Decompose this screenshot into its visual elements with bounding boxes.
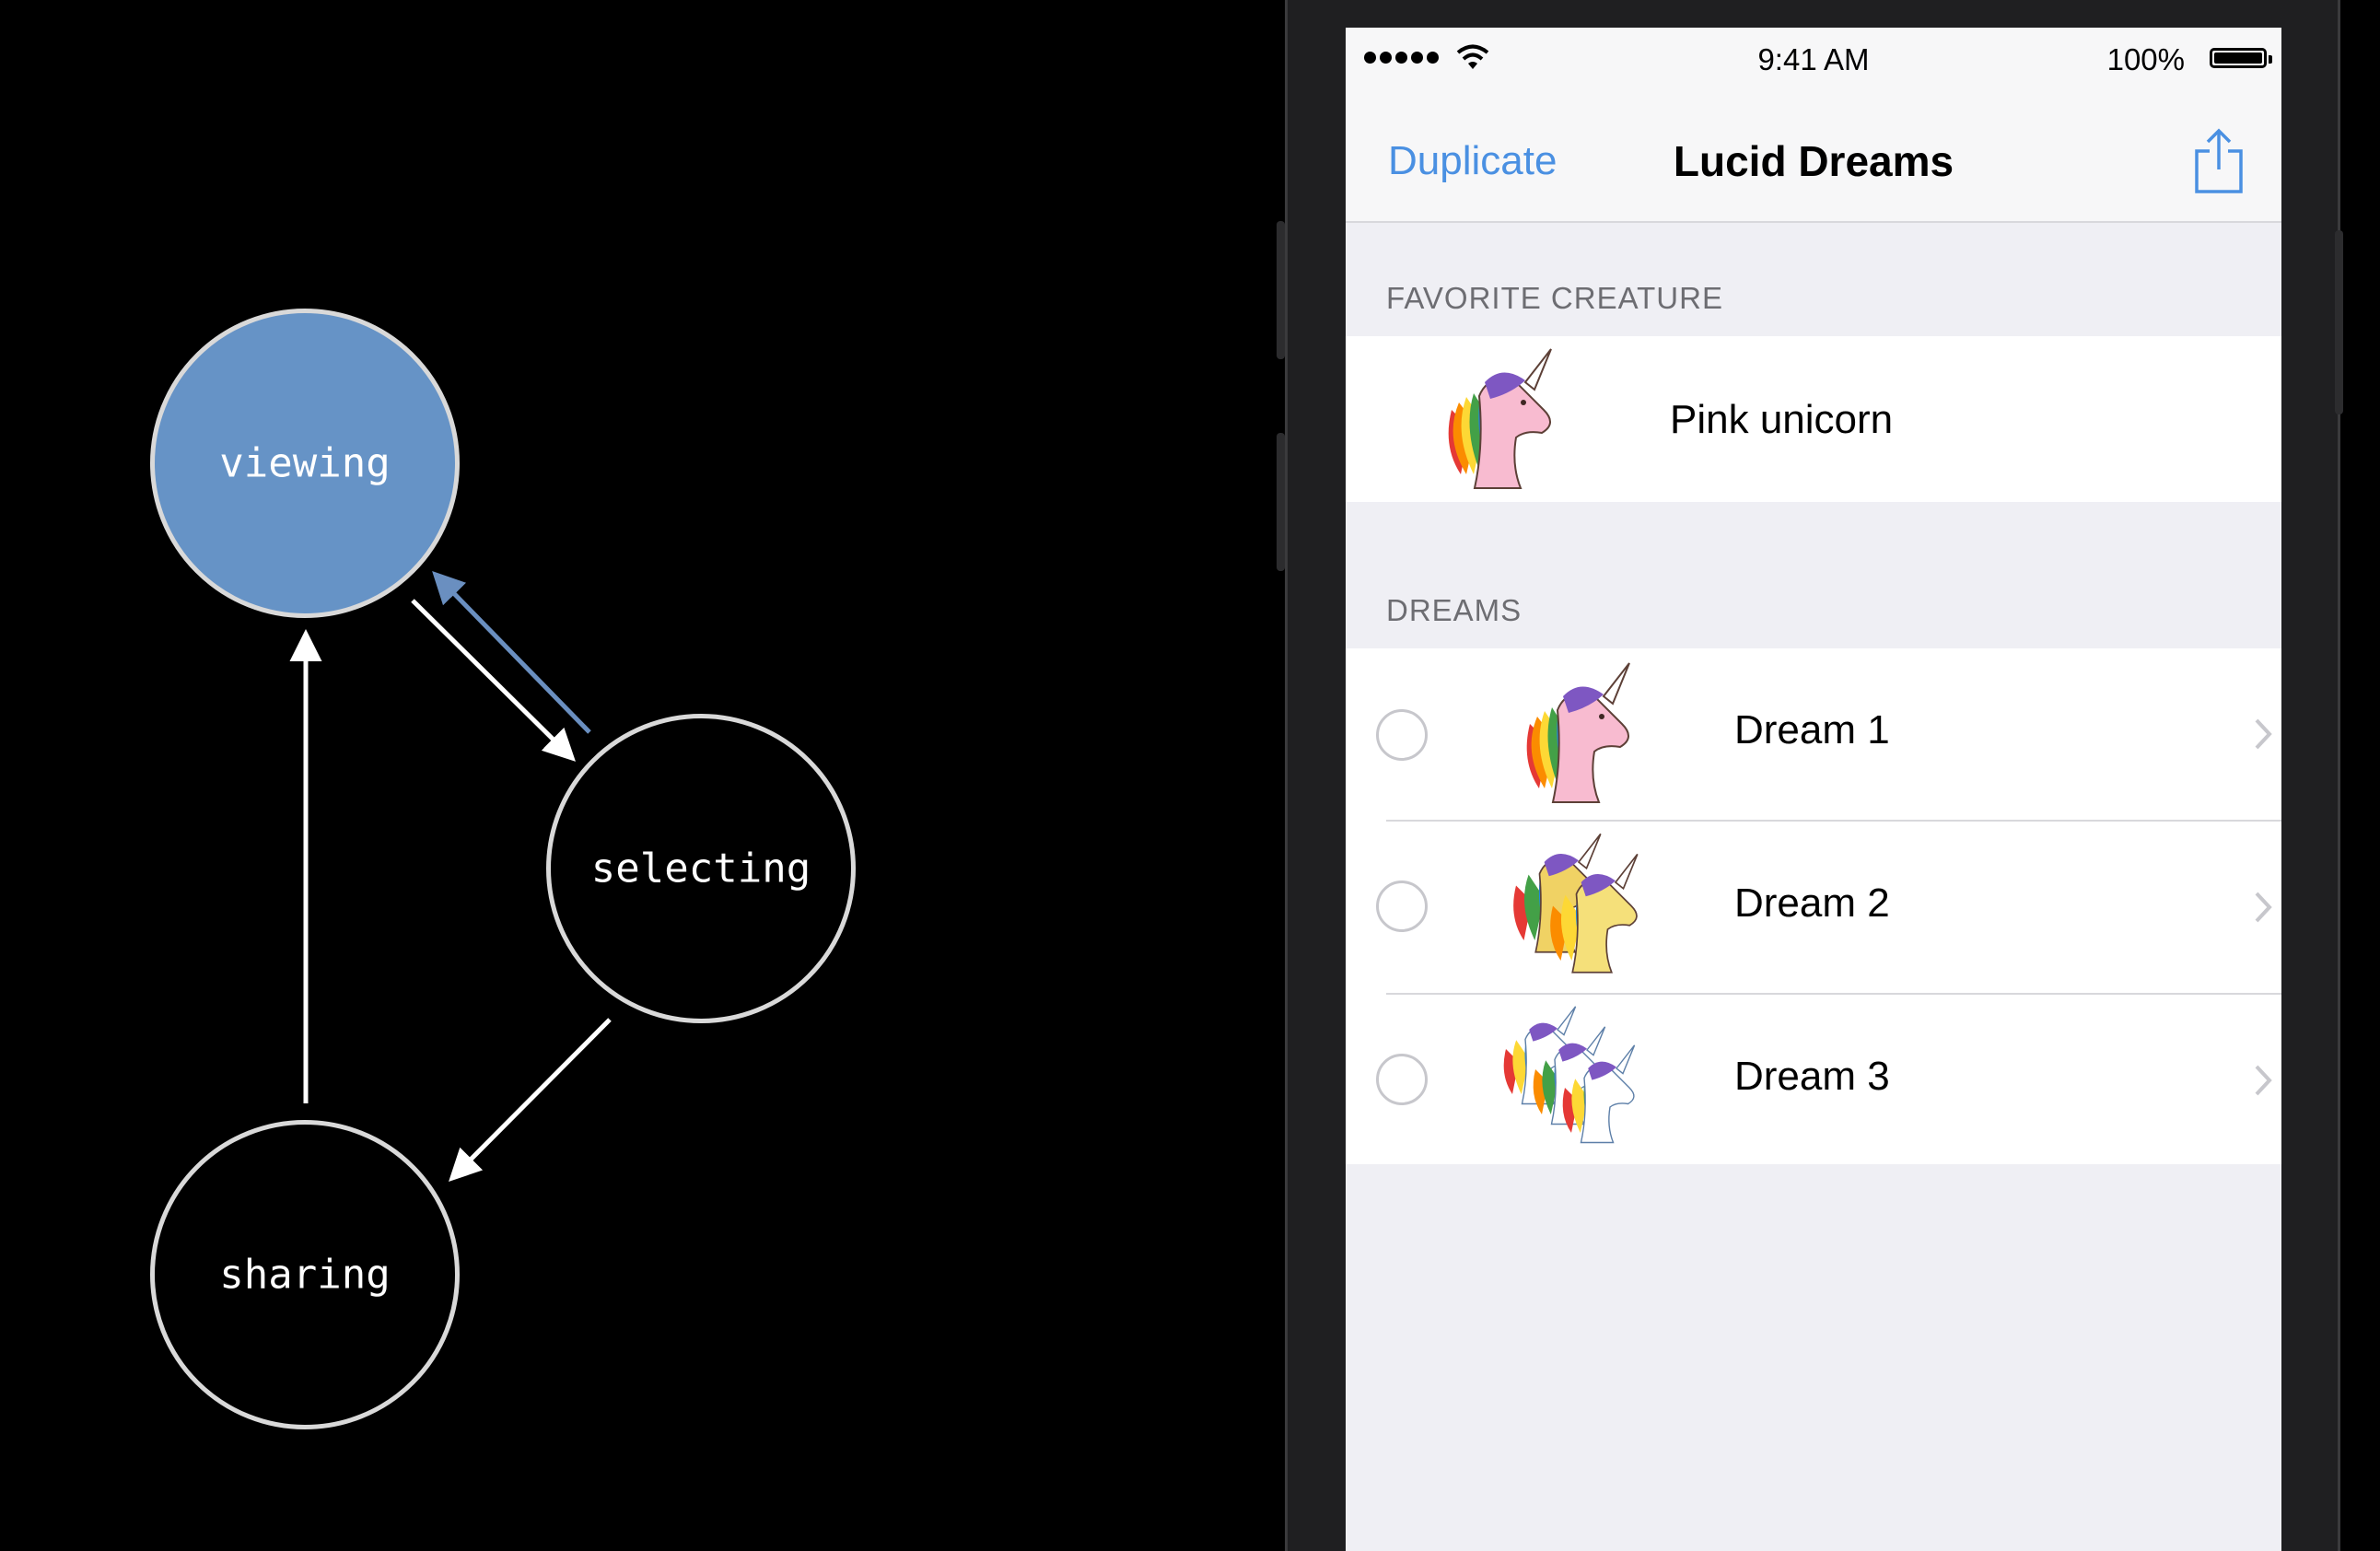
dream-label: Dream 1: [1734, 707, 1890, 752]
node-sharing-label: sharing: [219, 1251, 391, 1299]
dreams-list: Dream 1 Dream 2 Dream 3: [1346, 648, 2281, 1164]
dream-row-2[interactable]: Dream 2: [1346, 822, 2281, 993]
edge-viewing-to-selecting: [411, 599, 576, 762]
select-circle[interactable]: [1376, 880, 1428, 932]
nav-title: Lucid Dreams: [1673, 137, 1954, 185]
phone-screen: 9:41 AM 100% Duplicate Lucid Dreams FAVO…: [1346, 28, 2281, 1551]
slide: viewing selecting sharing 9:41 AM 100% D…: [0, 0, 2380, 1551]
dream-row-3[interactable]: Dream 3: [1346, 995, 2281, 1164]
status-bar: 9:41 AM 100%: [1346, 28, 2281, 92]
volume-down-button: [1277, 433, 1285, 571]
power-button: [2335, 230, 2343, 414]
pink-unicorn-icon: [1448, 348, 1552, 489]
favorite-creature-label: Pink unicorn: [1670, 397, 1894, 442]
edge-selecting-to-sharing: [449, 1018, 612, 1182]
favorite-section-header: FAVORITE CREATURE: [1386, 281, 1723, 315]
navigation-bar: Duplicate Lucid Dreams: [1346, 92, 2281, 223]
chevron-right-icon: [2255, 1065, 2272, 1096]
select-circle[interactable]: [1376, 1054, 1428, 1105]
share-icon[interactable]: [2193, 127, 2245, 195]
battery-percentage: 100%: [2106, 42, 2185, 76]
pink-unicorn-icon: [1526, 662, 1630, 803]
dreams-section-header: DREAMS: [1386, 593, 1522, 627]
node-selecting-label: selecting: [590, 845, 811, 892]
battery-icon: [2210, 48, 2272, 68]
favorite-cell[interactable]: Pink unicorn: [1346, 336, 2281, 502]
node-selecting: selecting: [546, 714, 856, 1023]
dream-label: Dream 2: [1734, 880, 1890, 926]
yellow-unicorns-icon: [1513, 833, 1639, 974]
node-viewing-label: viewing: [219, 439, 391, 487]
chevron-right-icon: [2255, 718, 2272, 750]
chevron-right-icon: [2255, 892, 2272, 923]
node-sharing: sharing: [150, 1120, 460, 1429]
select-circle[interactable]: [1376, 709, 1428, 761]
edge-selecting-to-viewing: [432, 570, 591, 734]
node-viewing: viewing: [150, 309, 460, 618]
volume-up-button: [1277, 221, 1285, 359]
dream-row-1[interactable]: Dream 1: [1346, 648, 2281, 820]
white-unicorns-icon: [1503, 1006, 1636, 1144]
dream-label: Dream 3: [1734, 1054, 1890, 1099]
